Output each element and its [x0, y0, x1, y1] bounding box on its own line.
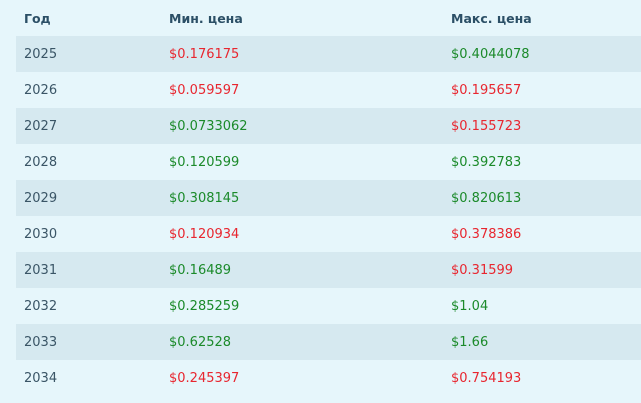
price-forecast-panel: Год Мин. цена Макс. цена 2025 $0.176175 … — [0, 0, 641, 403]
max-price-cell: $0.820613 — [451, 180, 641, 216]
price-forecast-table: Год Мин. цена Макс. цена 2025 $0.176175 … — [16, 0, 641, 396]
table-row: 2032 $0.285259 $1.04 — [16, 288, 641, 324]
table-row: 2029 $0.308145 $0.820613 — [16, 180, 641, 216]
min-price-cell: $0.308145 — [169, 180, 451, 216]
year-cell: 2028 — [16, 144, 169, 180]
table-row: 2027 $0.0733062 $0.155723 — [16, 108, 641, 144]
min-price-cell: $0.120599 — [169, 144, 451, 180]
table-header-row: Год Мин. цена Макс. цена — [16, 0, 641, 36]
max-price-cell: $1.66 — [451, 324, 641, 360]
min-price-cell: $0.285259 — [169, 288, 451, 324]
table-row: 2030 $0.120934 $0.378386 — [16, 216, 641, 252]
year-cell: 2027 — [16, 108, 169, 144]
max-price-cell: $0.378386 — [451, 216, 641, 252]
table-row: 2033 $0.62528 $1.66 — [16, 324, 641, 360]
table-row: 2025 $0.176175 $0.4044078 — [16, 36, 641, 72]
min-price-cell: $0.059597 — [169, 72, 451, 108]
max-price-cell: $0.392783 — [451, 144, 641, 180]
header-max-price: Макс. цена — [451, 10, 532, 26]
max-price-cell: $0.195657 — [451, 72, 641, 108]
year-cell: 2026 — [16, 72, 169, 108]
min-price-cell: $0.176175 — [169, 36, 451, 72]
year-cell: 2033 — [16, 324, 169, 360]
year-cell: 2025 — [16, 36, 169, 72]
min-price-cell: $0.16489 — [169, 252, 451, 288]
max-price-cell: $0.4044078 — [451, 36, 641, 72]
max-price-cell: $1.04 — [451, 288, 641, 324]
max-price-cell: $0.31599 — [451, 252, 641, 288]
min-price-cell: $0.62528 — [169, 324, 451, 360]
header-min-price: Мин. цена — [169, 10, 243, 26]
min-price-cell: $0.120934 — [169, 216, 451, 252]
max-price-cell: $0.754193 — [451, 360, 641, 396]
min-price-cell: $0.245397 — [169, 360, 451, 396]
max-price-cell: $0.155723 — [451, 108, 641, 144]
table-row: 2026 $0.059597 $0.195657 — [16, 72, 641, 108]
year-cell: 2031 — [16, 252, 169, 288]
year-cell: 2032 — [16, 288, 169, 324]
year-cell: 2034 — [16, 360, 169, 396]
table-body: 2025 $0.176175 $0.4044078 2026 $0.059597… — [16, 36, 641, 396]
table-row: 2028 $0.120599 $0.392783 — [16, 144, 641, 180]
table-row: 2031 $0.16489 $0.31599 — [16, 252, 641, 288]
year-cell: 2029 — [16, 180, 169, 216]
year-cell: 2030 — [16, 216, 169, 252]
header-year: Год — [24, 10, 51, 26]
min-price-cell: $0.0733062 — [169, 108, 451, 144]
table-row: 2034 $0.245397 $0.754193 — [16, 360, 641, 396]
